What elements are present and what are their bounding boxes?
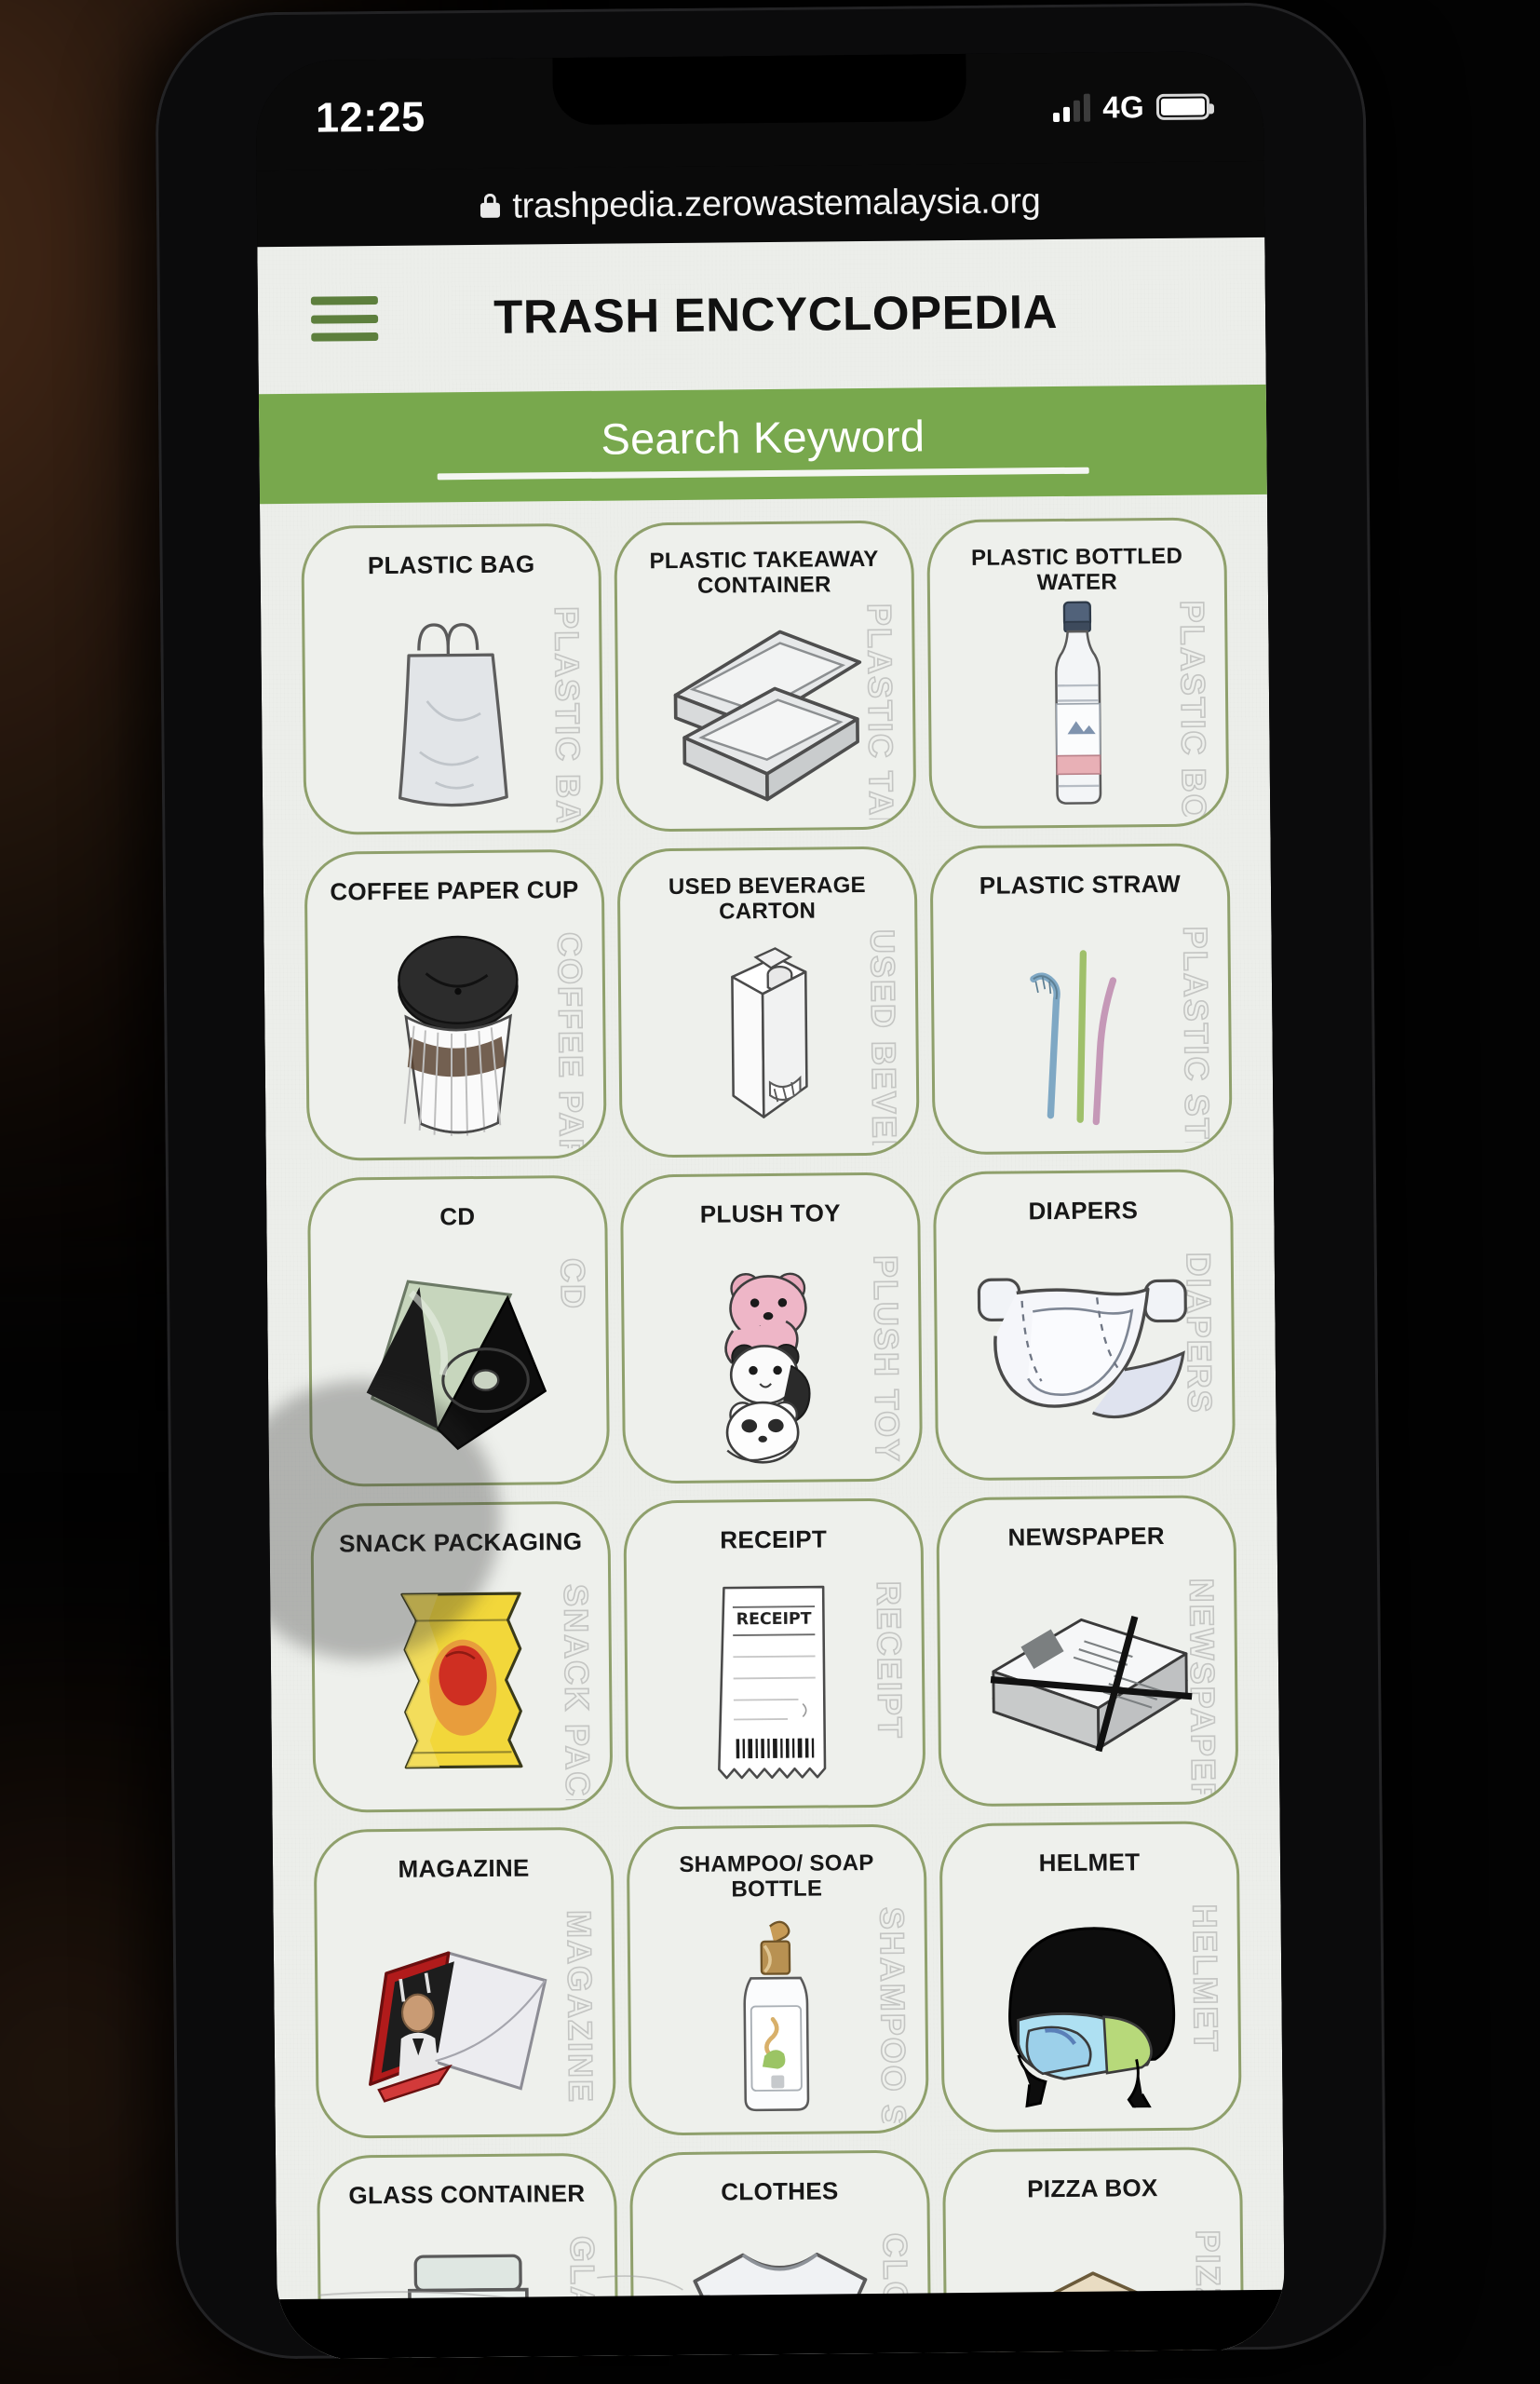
trash-item-card[interactable]: PLASTIC STRAWPLASTIC STRAW xyxy=(929,843,1233,1156)
trash-item-card[interactable]: HELMET HELMET xyxy=(939,1821,1242,2133)
trash-item-card[interactable]: PLASTIC BOTTLED WATERPLASTIC BOTTLED WAT… xyxy=(926,517,1230,830)
search-underline xyxy=(437,467,1089,481)
trash-item-card[interactable]: DIAPERS DIAPERS xyxy=(932,1169,1236,1482)
trash-item-card[interactable]: USED BEVERAGE CARTONUSED BEVERAGE CARTON xyxy=(616,846,920,1158)
card-title: NEWSPAPER xyxy=(1007,1521,1165,1551)
card-title: PLASTIC BAG xyxy=(367,549,535,580)
plastic-bag-icon xyxy=(304,601,601,820)
diapers-icon xyxy=(937,1246,1233,1465)
trash-item-card[interactable]: SNACK PACKAGINGSNACK PACKAGING xyxy=(310,1500,614,1813)
card-title: HELMET xyxy=(1038,1848,1141,1877)
trash-item-card[interactable]: PLASTIC TAKEAWAY CONTAINERPLASTIC TAKEAW… xyxy=(614,520,917,833)
card-title: DIAPERS xyxy=(1028,1196,1139,1226)
app-header: TRASH ENCYCLOPEDIA xyxy=(257,237,1265,394)
card-title: MAGAZINE xyxy=(398,1853,530,1883)
status-clock: 12:25 xyxy=(315,92,426,142)
device-notch xyxy=(552,50,967,126)
cellular-bars-icon xyxy=(1053,93,1091,123)
plush-toy-icon xyxy=(624,1249,920,1468)
phone-screen: 12:25 4G trashpedia.zerowastemalaysia.or… xyxy=(255,50,1286,2361)
card-title: RECEIPT xyxy=(720,1524,828,1554)
trash-item-card[interactable]: NEWSPAPER NEWSPAPER xyxy=(936,1495,1239,1808)
snack-packaging-icon xyxy=(314,1578,610,1797)
status-bar: 12:25 4G xyxy=(255,50,1264,171)
used-beverage-carton-icon xyxy=(620,924,916,1143)
card-title: USED BEVERAGE CARTON xyxy=(668,873,867,925)
magazine-icon xyxy=(317,1904,613,2123)
card-title: PLASTIC BOTTLED WATER xyxy=(970,543,1183,596)
trash-item-card[interactable]: MAGAZINE MAGAZINE xyxy=(313,1826,616,2139)
card-title: PIZZA BOX xyxy=(1027,2174,1158,2203)
coffee-paper-cup-icon xyxy=(307,927,603,1145)
svg-text:RECEIPT: RECEIPT xyxy=(736,1610,812,1630)
cd-icon xyxy=(311,1253,607,1471)
card-title: PLASTIC TAKEAWAY CONTAINER xyxy=(649,546,879,599)
web-page: TRASH ENCYCLOPEDIA PLASTIC BAGPLASTIC BA… xyxy=(257,237,1286,2361)
screen-bottom-crop xyxy=(277,2289,1286,2361)
lock-icon xyxy=(480,193,501,218)
trash-item-card[interactable]: SHAMPOO SOAP BOTTLESHAMPOO/ SOAP BOTTLE xyxy=(626,1823,929,2136)
card-title: CLOTHES xyxy=(721,2176,839,2206)
card-title: CD xyxy=(439,1202,476,1231)
card-title: GLASS CONTAINER xyxy=(348,2178,586,2210)
trash-item-grid: PLASTIC BAG PLASTIC BAG PLASTIC TAKEAWAY … xyxy=(260,494,1285,2361)
battery-full-icon xyxy=(1155,93,1210,120)
plastic-takeaway-container-icon xyxy=(617,598,913,817)
card-title: COFFEE PAPER CUP xyxy=(330,874,579,906)
browser-url-bar[interactable]: trashpedia.zerowastemalaysia.org xyxy=(256,160,1265,248)
card-title: PLUSH TOY xyxy=(699,1199,841,1228)
phone-device: 12:25 4G trashpedia.zerowastemalaysia.or… xyxy=(154,1,1388,2361)
trash-item-card[interactable]: COFFEE PAPER CUPCOFFEE PAPER CUP xyxy=(304,848,607,1161)
page-title: TRASH ENCYCLOPEDIA xyxy=(493,285,1059,344)
card-title: PLASTIC STRAW xyxy=(979,869,1182,900)
search-bar xyxy=(258,384,1267,505)
trash-item-card[interactable]: PLUSH TOY PLUSH TOY xyxy=(619,1172,924,1484)
search-input[interactable] xyxy=(409,408,1117,467)
status-indicators: 4G xyxy=(1053,88,1210,126)
helmet-icon xyxy=(942,1898,1238,2117)
photo-scene: 12:25 4G trashpedia.zerowastemalaysia.or… xyxy=(0,0,1540,2384)
plastic-straw-icon xyxy=(933,920,1229,1139)
plastic-bottled-water-icon xyxy=(930,594,1226,813)
trash-item-card[interactable]: RECEIPT RECEIPT RECEIPT xyxy=(623,1497,926,1810)
newspaper-icon xyxy=(939,1572,1236,1791)
trash-item-card[interactable]: CD CD xyxy=(306,1174,611,1487)
card-title: SNACK PACKAGING xyxy=(338,1526,583,1558)
receipt-icon: RECEIPT xyxy=(627,1575,923,1794)
url-text: trashpedia.zerowastemalaysia.org xyxy=(512,181,1041,226)
trash-item-card[interactable]: PLASTIC BAG PLASTIC BAG xyxy=(301,522,604,835)
network-type-label: 4G xyxy=(1102,89,1145,125)
shampoo-soap-bottle-icon xyxy=(629,1901,925,2120)
card-title: SHAMPOO/ SOAP BOTTLE xyxy=(679,1849,874,1903)
